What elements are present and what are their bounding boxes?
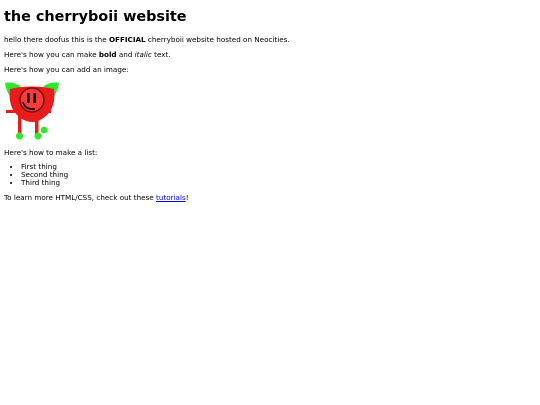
intro-bold-text: OFFICIAL (108, 35, 146, 44)
list-item: Third thing (21, 179, 534, 187)
learn-more-text: To learn more HTML/CSS, check out these (4, 193, 157, 202)
page-content: the cherryboii website hello there doofu… (4, 9, 534, 208)
page-title: the cherryboii website (4, 9, 187, 25)
list-item: Second thing (21, 171, 534, 179)
intro-paragraph: hello there doofus this is the OFFICIAL … (4, 35, 534, 44)
learn-more-paragraph: To learn more HTML/CSS, check out these … (4, 193, 534, 202)
formatting-text-start: Here's how you can make (4, 50, 99, 59)
cherry-character-icon (5, 82, 59, 140)
formatting-text-middle: and (116, 50, 135, 59)
learn-more-end: ! (185, 193, 189, 202)
intro-text-start: hello there doofus this is the (4, 35, 109, 44)
example-list: First thing Second thing Third thing (4, 163, 534, 187)
list-item: First thing (21, 163, 534, 171)
bold-example: bold (98, 50, 117, 59)
cherry-character-image (4, 80, 60, 142)
italic-example: italic (134, 50, 152, 59)
tutorials-link[interactable]: tutorials (156, 193, 186, 202)
formatting-paragraph: Here's how you can make bold and italic … (4, 50, 534, 59)
formatting-text-end: text. (151, 50, 171, 59)
list-intro-paragraph: Here's how to make a list: (4, 148, 98, 157)
intro-text-end: cherryboii website hosted on Neocities. (145, 35, 290, 44)
image-intro-paragraph: Here's how you can add an image: (4, 65, 129, 74)
